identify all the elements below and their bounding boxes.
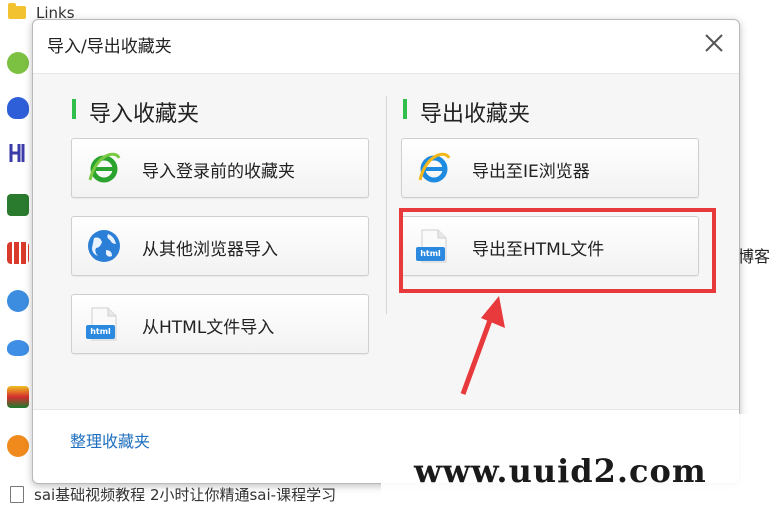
watermark: www.uuid2.com <box>381 414 767 527</box>
baidu-icon[interactable] <box>7 97 29 119</box>
blue-circle-icon[interactable] <box>7 290 29 312</box>
orange-lion-icon[interactable] <box>7 435 29 457</box>
manage-favorites-link[interactable]: 整理收藏夹 <box>70 428 150 452</box>
accent-bar <box>72 99 76 119</box>
annotation-arrow-icon <box>460 296 505 395</box>
folder-icon[interactable] <box>8 3 26 19</box>
button-label: 从HTML文件导入 <box>142 318 275 338</box>
import-pre-login-favorites-button[interactable]: 导入登录前的收藏夹 <box>71 138 369 198</box>
dialog-title: 导入/导出收藏夹 <box>47 37 172 57</box>
ie-icon <box>416 150 452 186</box>
file-icon <box>10 486 24 503</box>
close-icon[interactable] <box>701 30 727 56</box>
colorful-house-icon[interactable] <box>7 386 29 408</box>
h-logo-icon[interactable] <box>7 142 29 164</box>
html-file-icon: html <box>86 306 122 342</box>
green-swirl-icon[interactable] <box>7 194 29 216</box>
accent-bar <box>403 99 407 119</box>
button-label: 导出至IE浏览器 <box>472 162 590 182</box>
import-from-html-button[interactable]: html 从HTML文件导入 <box>71 294 369 354</box>
page-text-fragment: 博客 <box>738 247 770 266</box>
ie-icon <box>86 150 122 186</box>
dialog-body: 导入收藏夹 导入登录前的收藏夹 从其他浏览器导入 html 从HTML文件导入 … <box>33 73 739 410</box>
import-section-heading: 导入收藏夹 <box>72 96 199 128</box>
globe-icon <box>86 228 122 264</box>
section-divider <box>386 96 387 314</box>
page-list-item[interactable]: sai基础视频教程 2小时让你精通sai-课程学习 <box>34 484 336 505</box>
export-to-ie-button[interactable]: 导出至IE浏览器 <box>401 138 699 198</box>
button-label: 从其他浏览器导入 <box>142 240 278 260</box>
import-from-other-browsers-button[interactable]: 从其他浏览器导入 <box>71 216 369 276</box>
watermark-text: www.uuid2.com <box>414 452 707 490</box>
cloud-icon[interactable] <box>7 340 29 356</box>
button-label: 导入登录前的收藏夹 <box>142 162 295 182</box>
highlight-box <box>399 208 716 293</box>
export-section-heading: 导出收藏夹 <box>403 96 530 128</box>
code-site-icon[interactable] <box>7 52 29 74</box>
red-grid-icon[interactable] <box>7 242 29 264</box>
